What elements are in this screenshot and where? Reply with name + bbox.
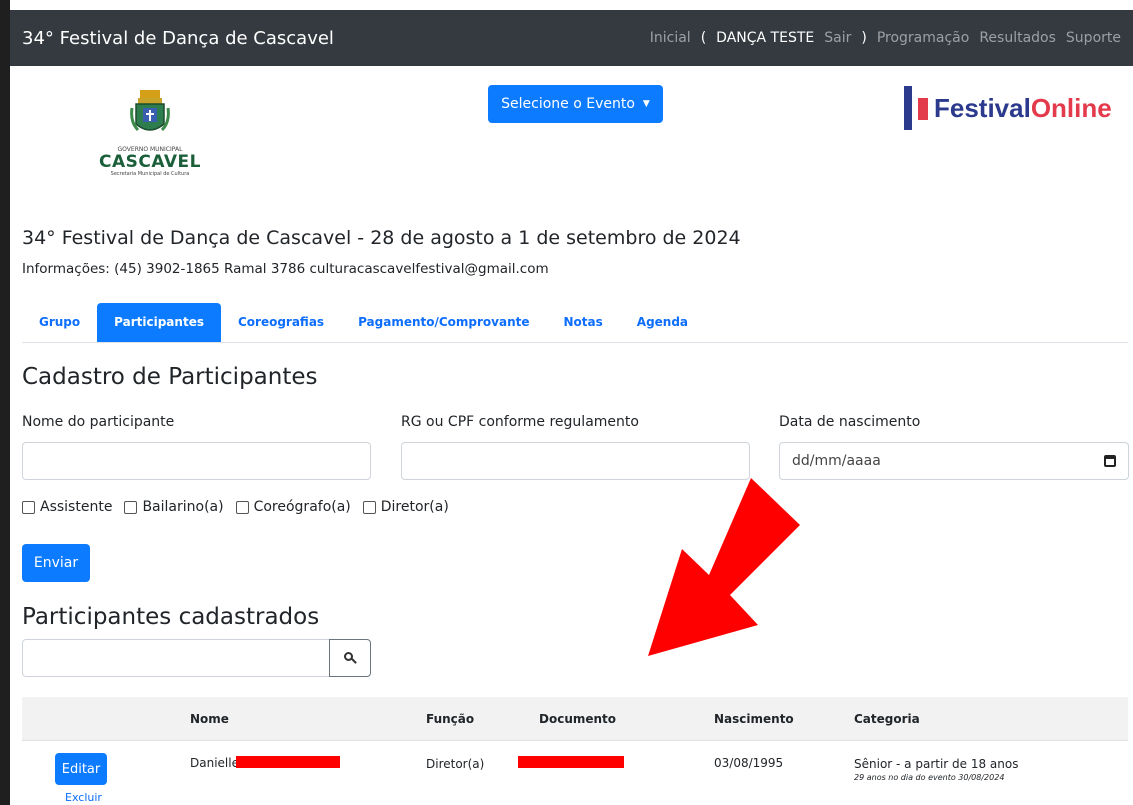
checkbox-label: Diretor(a) <box>380 499 449 515</box>
festival-online-mark-icon <box>904 86 930 130</box>
nav-link-suporte[interactable]: Suporte <box>1066 30 1121 46</box>
column-funcao: Função <box>426 712 475 726</box>
cell-name: Danielle <box>190 756 239 770</box>
column-categoria: Categoria <box>854 712 920 726</box>
checkbox-box[interactable] <box>22 500 35 514</box>
list-title: Participantes cadastrados <box>22 604 320 630</box>
secretaria-label: Secretaria Municipal de Cultura <box>110 171 190 177</box>
coat-of-arms-icon <box>130 90 170 132</box>
nav-link-sair[interactable]: Sair <box>824 30 851 46</box>
search-button[interactable] <box>329 639 371 677</box>
birthdate-input[interactable]: dd/mm/aaaa <box>779 442 1129 480</box>
submit-button[interactable]: Enviar <box>22 544 90 582</box>
search-icon <box>344 652 353 661</box>
checkbox-label: Coreógrafo(a) <box>253 499 351 515</box>
cell-category-note: 29 anos no dia do evento 30/08/2024 <box>854 773 1005 782</box>
delete-link[interactable]: Excluir <box>65 791 102 804</box>
redaction-bar <box>518 756 624 768</box>
cell-role: Diretor(a) <box>426 757 485 771</box>
checkbox-bailarino[interactable]: Bailarino(a) <box>124 499 224 515</box>
column-nascimento: Nascimento <box>714 712 794 726</box>
tab-bar: Grupo Participantes Coreografias Pagamen… <box>22 303 1128 343</box>
tab-participantes[interactable]: Participantes <box>97 303 221 342</box>
name-label: Nome do participante <box>22 414 175 430</box>
nav-link-resultados[interactable]: Resultados <box>979 30 1056 46</box>
birthdate-placeholder: dd/mm/aaaa <box>792 453 881 469</box>
tab-grupo[interactable]: Grupo <box>22 303 97 342</box>
nav-user-name: DANÇA TESTE <box>716 30 815 46</box>
document-input[interactable] <box>401 442 750 480</box>
table-header: Nome Função Documento Nascimento Categor… <box>22 697 1128 741</box>
checkbox-assistente[interactable]: Assistente <box>22 499 112 515</box>
redaction-bar <box>236 756 340 768</box>
top-navbar: 34° Festival de Dança de Cascavel Inicia… <box>10 10 1133 66</box>
contact-info: Informações: (45) 3902-1865 Ramal 3786 c… <box>22 261 549 277</box>
festival-title: 34° Festival de Dança de Cascavel - 28 d… <box>22 227 741 249</box>
event-select-dropdown[interactable]: Selecione o Evento ▼ <box>488 85 663 123</box>
checkbox-box[interactable] <box>362 500 376 514</box>
festival-online-logo: Festival Online <box>904 86 1112 130</box>
window-frame <box>0 0 10 805</box>
city-label: CASCAVEL <box>99 152 201 172</box>
cell-birthdate: 03/08/1995 <box>714 756 784 770</box>
role-checkboxes: Assistente Bailarino(a) Coreógrafo(a) Di… <box>22 499 461 515</box>
cascavel-logo: GOVERNO MUNICIPAL CASCAVEL Secretaria Mu… <box>98 88 202 184</box>
logo-text-festival: Festival <box>934 92 1031 123</box>
navbar-links: Inicial ( DANÇA TESTE Sair ) Programação… <box>640 30 1121 46</box>
checkbox-box[interactable] <box>235 500 249 514</box>
tab-agenda[interactable]: Agenda <box>620 303 705 342</box>
tab-pagamento[interactable]: Pagamento/Comprovante <box>341 303 546 342</box>
cell-category: Sênior - a partir de 18 anos <box>854 757 1019 771</box>
checkbox-label: Bailarino(a) <box>142 499 224 515</box>
checkbox-box[interactable] <box>124 500 138 514</box>
tab-notas[interactable]: Notas <box>547 303 620 342</box>
column-nome: Nome <box>190 712 229 726</box>
calendar-icon[interactable] <box>1104 455 1116 467</box>
checkbox-label: Assistente <box>40 499 113 515</box>
logo-text-online: Online <box>1030 92 1112 123</box>
document-label: RG ou CPF conforme regulamento <box>401 414 639 430</box>
tab-coreografias[interactable]: Coreografias <box>221 303 341 342</box>
nav-link-programacao[interactable]: Programação <box>877 30 970 46</box>
checkbox-coreografo[interactable]: Coreógrafo(a) <box>235 499 351 515</box>
checkbox-diretor[interactable]: Diretor(a) <box>362 499 449 515</box>
participant-name-input[interactable] <box>22 442 371 480</box>
nav-link-inicial[interactable]: Inicial <box>650 30 691 46</box>
birthdate-label: Data de nascimento <box>779 414 921 430</box>
annotation-arrow-icon <box>648 478 800 656</box>
paren-close: ) <box>861 30 867 46</box>
edit-button[interactable]: Editar <box>55 753 107 785</box>
navbar-brand[interactable]: 34° Festival de Dança de Cascavel <box>22 28 334 49</box>
event-select-label: Selecione o Evento <box>501 96 635 112</box>
search-input[interactable] <box>22 639 330 677</box>
paren-open: ( <box>700 30 707 46</box>
column-documento: Documento <box>539 712 617 726</box>
form-title: Cadastro de Participantes <box>22 364 318 390</box>
caret-down-icon: ▼ <box>642 99 650 109</box>
